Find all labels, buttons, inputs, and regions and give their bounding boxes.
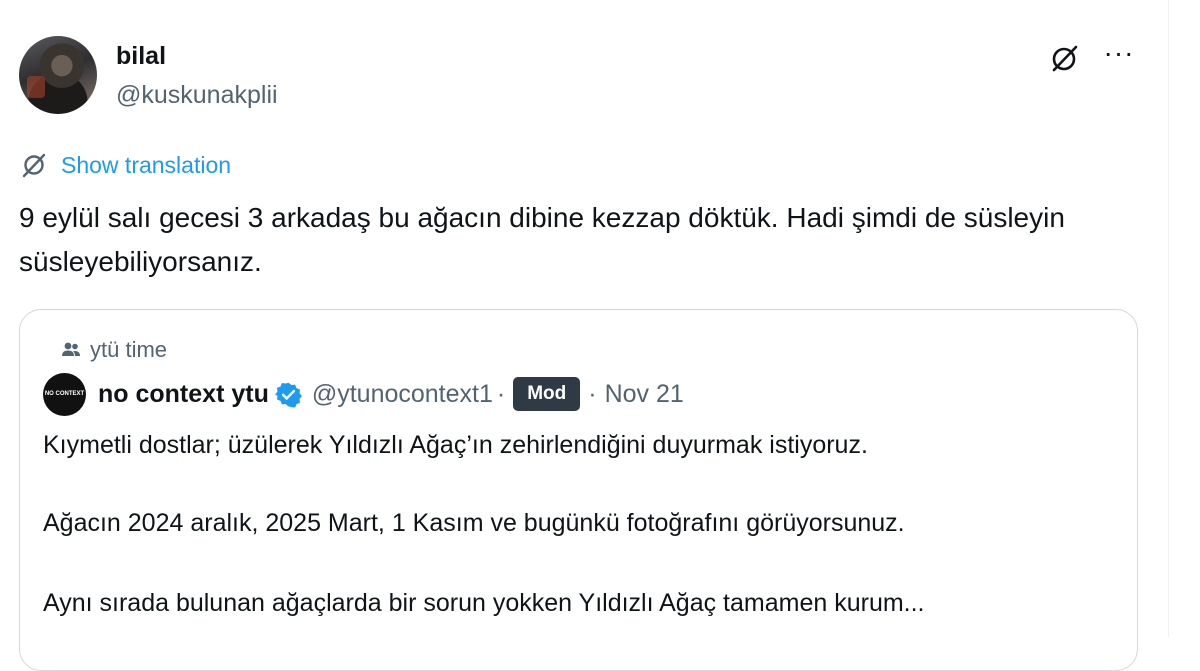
mod-badge: Mod (513, 377, 581, 411)
separator-dot: · (588, 379, 597, 408)
avatar[interactable] (19, 36, 97, 114)
quoted-tweet-card[interactable]: ytü time NO CONTEXT no context ytu @ytun… (19, 309, 1138, 671)
verified-badge-icon (274, 382, 302, 408)
quoted-display-name[interactable]: no context ytu (98, 380, 269, 409)
quoted-timestamp[interactable]: Nov 21 (605, 380, 684, 409)
community-label-row[interactable]: ytü time (60, 336, 167, 364)
quoted-avatar[interactable]: NO CONTEXT (43, 372, 86, 416)
author-display-name[interactable]: bilal (116, 41, 166, 71)
people-icon (62, 342, 80, 356)
grok-button[interactable] (1047, 42, 1081, 76)
quoted-author-row: NO CONTEXT no context ytu @ytunocontext1… (43, 372, 684, 416)
quoted-paragraph: Kıymetli dostlar; üzülerek Yıldızlı Ağaç… (43, 431, 868, 459)
grok-icon (1052, 45, 1078, 72)
community-name[interactable]: ytü time (90, 337, 167, 363)
author-handle[interactable]: @kuskunakplii (116, 80, 278, 110)
separator-dot: · (496, 379, 506, 408)
quoted-paragraph: Ağacın 2024 aralık, 2025 Mart, 1 Kasım v… (43, 509, 905, 537)
translate-icon (22, 153, 46, 178)
show-translation-row[interactable]: Show translation (19, 150, 231, 180)
tweet-text: 9 eylül salı gecesi 3 arkadaş bu ağacın … (19, 202, 1065, 277)
show-translation-link[interactable]: Show translation (61, 152, 231, 179)
quoted-paragraph: Aynı sırada bulunan ağaçlarda bir sorun … (43, 589, 925, 617)
more-button[interactable]: ··· (1100, 39, 1138, 70)
column-divider (1168, 0, 1169, 637)
more-icon: ··· (1103, 37, 1135, 68)
quoted-handle[interactable]: @ytunocontext1 (312, 380, 493, 409)
